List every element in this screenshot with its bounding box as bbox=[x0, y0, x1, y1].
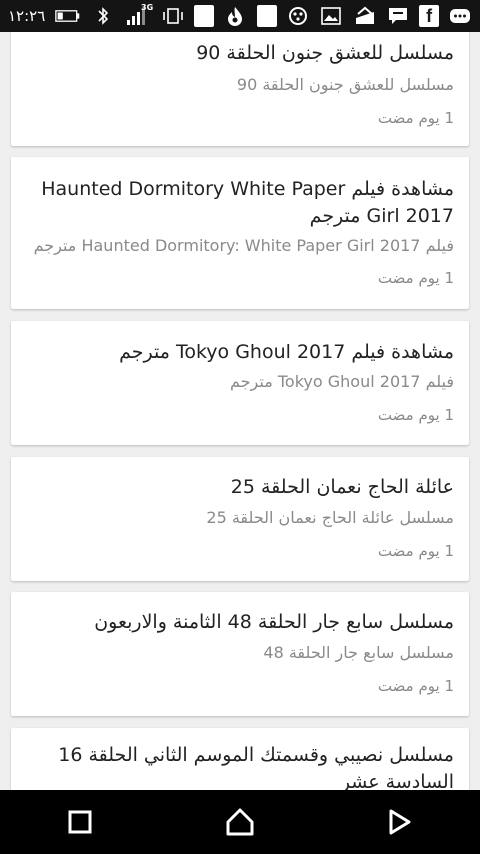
chat-icon bbox=[449, 5, 472, 27]
post-feed[interactable]: مسلسل للعشق جنون الحلقة 90 مسلسل للعشق ج… bbox=[0, 32, 480, 790]
post-card[interactable]: مشاهدة فيلم Haunted Dormitory White Pape… bbox=[11, 157, 469, 309]
post-subtitle: فيلم Haunted Dormitory: White Paper Girl… bbox=[33, 236, 454, 255]
clock: ١٢:٢٦ bbox=[8, 7, 46, 25]
image-icon bbox=[320, 5, 343, 27]
system-nav-bar bbox=[0, 790, 480, 854]
bluetooth-icon bbox=[91, 5, 114, 27]
post-title[interactable]: مشاهدة فيلم Tokyo Ghoul 2017 مترجم bbox=[26, 339, 454, 366]
notification-square-icon bbox=[257, 5, 277, 27]
post-time: 1 يوم مضت bbox=[377, 406, 454, 424]
post-subtitle: فيلم Tokyo Ghoul 2017 مترجم bbox=[230, 372, 454, 391]
chrome-like-icon bbox=[353, 5, 376, 27]
post-subtitle: مسلسل عائلة الحاج نعمان الحلقة 25 bbox=[206, 508, 454, 527]
game-controller-icon bbox=[287, 5, 310, 27]
post-card[interactable]: عائلة الحاج نعمان الحلقة 25 مسلسل عائلة … bbox=[11, 457, 469, 581]
network-type-label: 3G bbox=[141, 3, 154, 12]
post-title[interactable]: مشاهدة فيلم Haunted Dormitory White Pape… bbox=[26, 176, 454, 230]
post-time: 1 يوم مضت bbox=[377, 269, 454, 287]
post-title[interactable]: مسلسل للعشق جنون الحلقة 90 bbox=[26, 40, 454, 67]
home-button[interactable] bbox=[210, 797, 270, 847]
vibrate-icon bbox=[161, 5, 184, 27]
post-time: 1 يوم مضت bbox=[377, 109, 454, 127]
post-time: 1 يوم مضت bbox=[377, 542, 454, 560]
back-button[interactable] bbox=[370, 797, 430, 847]
back-triangle-icon bbox=[389, 809, 411, 835]
recents-square-icon bbox=[68, 810, 92, 834]
post-title[interactable]: عائلة الحاج نعمان الحلقة 25 bbox=[26, 474, 454, 501]
post-title[interactable]: مسلسل سابع جار الحلقة 48 الثامنة والاربع… bbox=[26, 609, 454, 636]
post-card[interactable]: مسلسل نصيبي وقسمتك الموسم الثاني الحلقة … bbox=[11, 728, 469, 790]
signal-icon: 3G bbox=[124, 3, 154, 27]
post-card[interactable]: مسلسل للعشق جنون الحلقة 90 مسلسل للعشق ج… bbox=[11, 32, 469, 146]
post-title[interactable]: مسلسل نصيبي وقسمتك الموسم الثاني الحلقة … bbox=[26, 742, 454, 790]
facebook-icon: f bbox=[419, 5, 439, 27]
post-time: 1 يوم مضت bbox=[377, 677, 454, 695]
fire-icon bbox=[224, 5, 247, 27]
post-card[interactable]: مسلسل سابع جار الحلقة 48 الثامنة والاربع… bbox=[11, 592, 469, 716]
message-icon bbox=[386, 5, 409, 27]
home-icon bbox=[226, 808, 254, 836]
status-bar: ١٢:٢٦ 3G f bbox=[0, 0, 480, 32]
notification-square-icon bbox=[194, 5, 214, 27]
post-card[interactable]: مشاهدة فيلم Tokyo Ghoul 2017 مترجم فيلم … bbox=[11, 321, 469, 445]
post-subtitle: مسلسل سابع جار الحلقة 48 bbox=[263, 643, 454, 662]
battery-icon bbox=[55, 5, 81, 27]
recents-button[interactable] bbox=[50, 797, 110, 847]
post-subtitle: مسلسل للعشق جنون الحلقة 90 bbox=[236, 75, 454, 94]
